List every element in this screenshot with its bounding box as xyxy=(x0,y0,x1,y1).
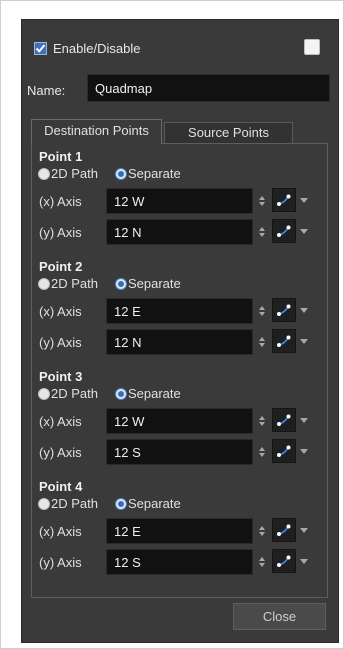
chevron-down-icon[interactable] xyxy=(300,308,308,313)
spinner-icon[interactable] xyxy=(259,415,265,427)
y-axis-row: (y) Axis 12 N xyxy=(32,329,327,355)
radio-2d-path-label: 2D Path xyxy=(51,166,98,181)
checkmark-icon xyxy=(35,44,46,53)
mode-radio-row: 2D Path Separate xyxy=(38,276,181,291)
y-axis-label: (y) Axis xyxy=(39,225,82,240)
spinner-icon[interactable] xyxy=(259,556,265,568)
point-title: Point 4 xyxy=(39,479,83,494)
function-curve-icon xyxy=(277,194,291,206)
spinner-icon[interactable] xyxy=(259,525,265,537)
radio-2d-path-label: 2D Path xyxy=(51,276,98,291)
function-curve-icon xyxy=(277,555,291,567)
x-axis-label: (x) Axis xyxy=(39,304,82,319)
enable-label: Enable/Disable xyxy=(53,41,141,56)
x-axis-row: (x) Axis 12 E xyxy=(32,298,327,324)
enable-checkbox[interactable] xyxy=(34,42,47,55)
function-curve-icon xyxy=(277,335,291,347)
spinner-icon[interactable] xyxy=(259,305,265,317)
chevron-down-icon[interactable] xyxy=(300,418,308,423)
point-title: Point 1 xyxy=(39,149,83,164)
x-axis-field[interactable]: 12 E xyxy=(106,518,253,544)
radio-2d-path[interactable] xyxy=(38,167,50,180)
radio-separate[interactable] xyxy=(114,167,127,180)
close-button[interactable]: Close xyxy=(233,603,326,630)
radio-separate-label: Separate xyxy=(127,386,181,401)
chevron-down-icon[interactable] xyxy=(300,229,308,234)
chevron-down-icon[interactable] xyxy=(300,528,308,533)
x-axis-label: (x) Axis xyxy=(39,194,82,209)
function-curve-icon xyxy=(277,414,291,426)
y-axis-field[interactable]: 12 N xyxy=(106,219,253,245)
name-field[interactable]: Quadmap xyxy=(87,74,330,102)
radio-separate[interactable] xyxy=(114,387,127,400)
function-button[interactable] xyxy=(272,549,296,573)
chevron-down-icon[interactable] xyxy=(300,339,308,344)
function-button[interactable] xyxy=(272,518,296,542)
radio-separate-label: Separate xyxy=(127,276,181,291)
x-axis-field[interactable]: 12 W xyxy=(106,188,253,214)
radio-separate[interactable] xyxy=(114,497,127,510)
x-axis-field[interactable]: 12 E xyxy=(106,298,253,324)
x-axis-row: (x) Axis 12 W xyxy=(32,188,327,214)
spinner-icon[interactable] xyxy=(259,226,265,238)
radio-2d-path[interactable] xyxy=(38,387,50,400)
chevron-down-icon[interactable] xyxy=(300,449,308,454)
radio-2d-path-label: 2D Path xyxy=(51,386,98,401)
y-axis-label: (y) Axis xyxy=(39,445,82,460)
y-axis-label: (y) Axis xyxy=(39,335,82,350)
y-axis-field[interactable]: 12 N xyxy=(106,329,253,355)
radio-separate[interactable] xyxy=(114,277,127,290)
radio-2d-path[interactable] xyxy=(38,277,50,290)
x-axis-row: (x) Axis 12 W xyxy=(32,408,327,434)
y-axis-row: (y) Axis 12 N xyxy=(32,219,327,245)
x-axis-label: (x) Axis xyxy=(39,524,82,539)
tab-source-points[interactable]: Source Points xyxy=(164,122,293,143)
y-axis-label: (y) Axis xyxy=(39,555,82,570)
spinner-icon[interactable] xyxy=(259,195,265,207)
function-button[interactable] xyxy=(272,219,296,243)
function-curve-icon xyxy=(277,304,291,316)
radio-separate-label: Separate xyxy=(127,496,181,511)
function-curve-icon xyxy=(277,225,291,237)
x-axis-row: (x) Axis 12 E xyxy=(32,518,327,544)
spinner-icon[interactable] xyxy=(259,446,265,458)
color-swatch[interactable] xyxy=(304,39,320,55)
y-axis-field[interactable]: 12 S xyxy=(106,439,253,465)
radio-separate-label: Separate xyxy=(127,166,181,181)
function-button[interactable] xyxy=(272,439,296,463)
enable-row[interactable]: Enable/Disable xyxy=(34,41,140,56)
x-axis-field[interactable]: 12 W xyxy=(106,408,253,434)
y-axis-row: (y) Axis 12 S xyxy=(32,439,327,465)
function-button[interactable] xyxy=(272,408,296,432)
x-axis-label: (x) Axis xyxy=(39,414,82,429)
quadmap-dialog: Enable/Disable Name: Quadmap Destination… xyxy=(21,19,339,643)
chevron-down-icon[interactable] xyxy=(300,198,308,203)
mode-radio-row: 2D Path Separate xyxy=(38,496,181,511)
point-title: Point 3 xyxy=(39,369,83,384)
function-curve-icon xyxy=(277,445,291,457)
mode-radio-row: 2D Path Separate xyxy=(38,386,181,401)
tab-destination-points[interactable]: Destination Points xyxy=(31,119,162,144)
radio-2d-path[interactable] xyxy=(38,497,50,510)
function-curve-icon xyxy=(277,524,291,536)
spinner-icon[interactable] xyxy=(259,336,265,348)
window-frame: Enable/Disable Name: Quadmap Destination… xyxy=(0,0,344,649)
y-axis-row: (y) Axis 12 S xyxy=(32,549,327,575)
point-title: Point 2 xyxy=(39,259,83,274)
function-button[interactable] xyxy=(272,188,296,212)
radio-2d-path-label: 2D Path xyxy=(51,496,98,511)
chevron-down-icon[interactable] xyxy=(300,559,308,564)
y-axis-field[interactable]: 12 S xyxy=(106,549,253,575)
mode-radio-row: 2D Path Separate xyxy=(38,166,181,181)
name-label: Name: xyxy=(27,83,66,98)
points-panel: Point 1 2D Path Separate (x) Axis 12 W (… xyxy=(31,143,328,598)
function-button[interactable] xyxy=(272,298,296,322)
function-button[interactable] xyxy=(272,329,296,353)
